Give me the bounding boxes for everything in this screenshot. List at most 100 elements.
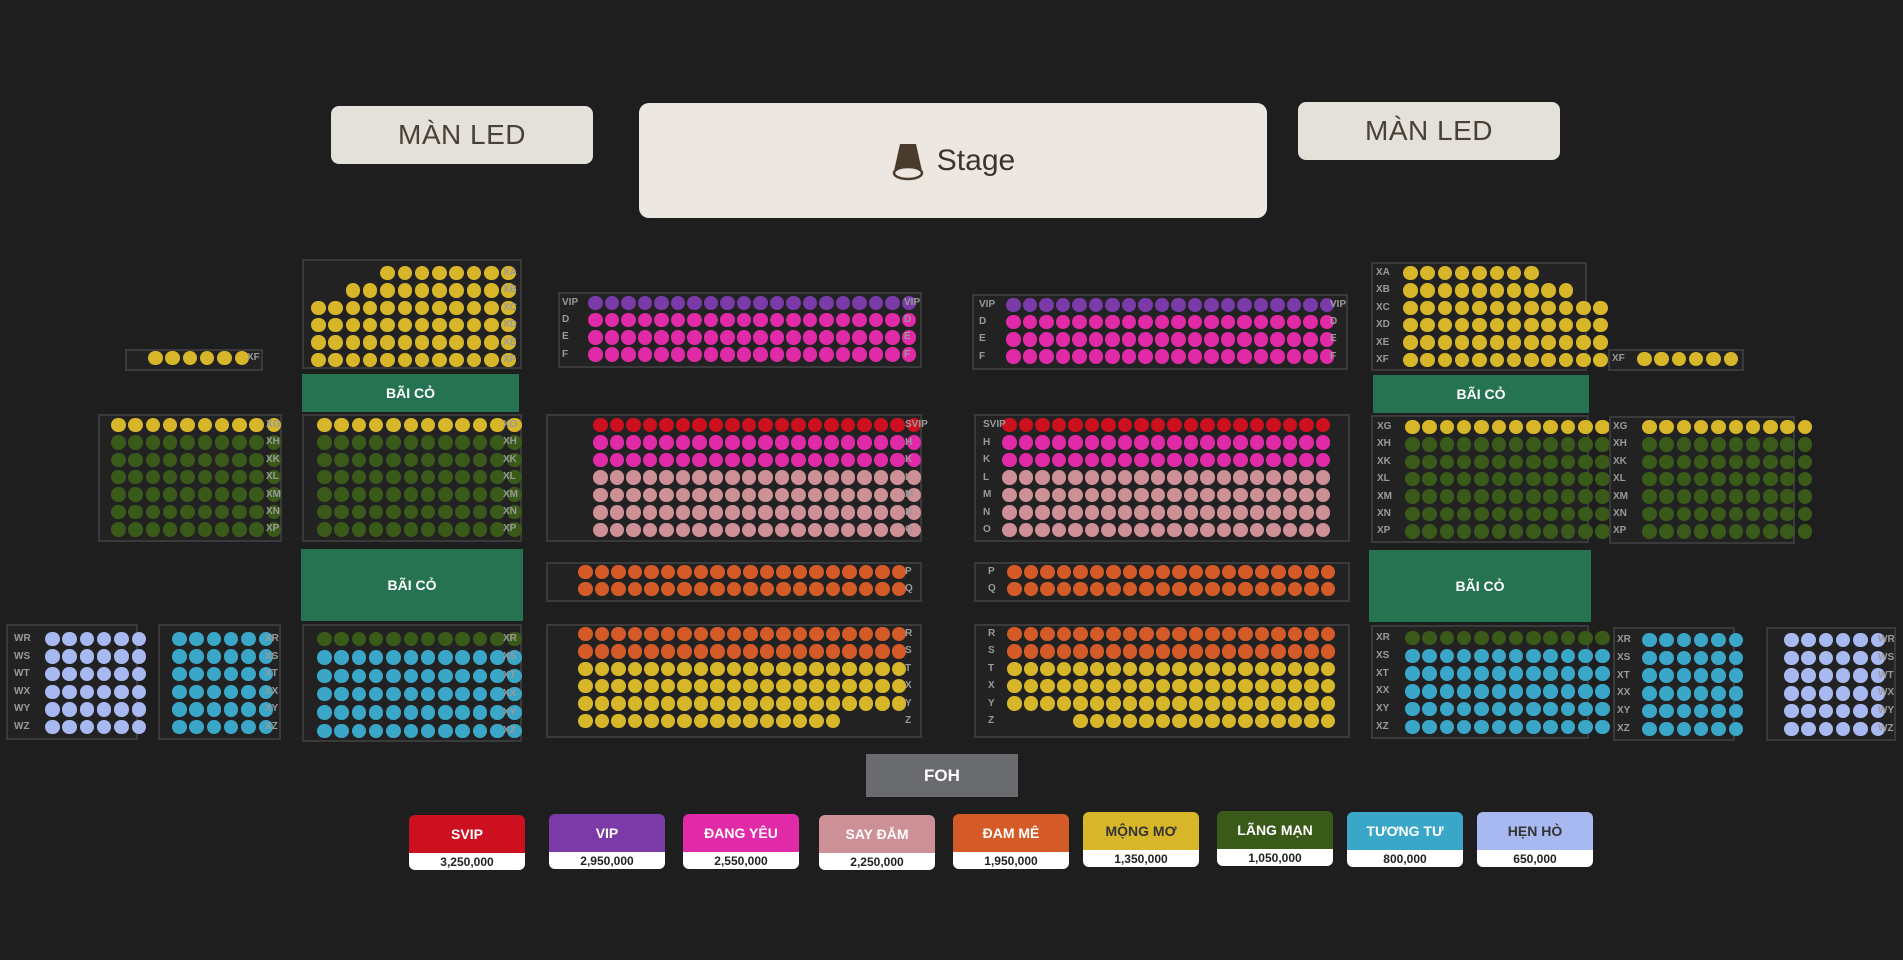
seat-xl-5[interactable]	[1474, 471, 1489, 487]
seat-e-5[interactable]	[654, 330, 669, 345]
seat-k-3[interactable]	[626, 452, 641, 468]
seat-xp-5[interactable]	[386, 522, 401, 537]
seat-h-1[interactable]	[1002, 435, 1017, 450]
seat-p-17[interactable]	[1271, 564, 1286, 580]
seat-z-14[interactable]	[1287, 713, 1302, 729]
seat-xt-10[interactable]	[1560, 666, 1576, 681]
seat-xe-1[interactable]	[311, 335, 326, 350]
seat-x-5[interactable]	[1073, 678, 1088, 694]
seat-o-8[interactable]	[708, 522, 723, 538]
seat-xs-11[interactable]	[1578, 648, 1593, 664]
seat-y-4[interactable]	[627, 696, 642, 711]
seat-xt-6[interactable]	[403, 668, 418, 684]
seat-q-9[interactable]	[710, 581, 725, 597]
seat-q-16[interactable]	[825, 581, 840, 597]
seat-l-10[interactable]	[1150, 470, 1165, 485]
seat-f-16[interactable]	[835, 347, 850, 362]
seat-r-20[interactable]	[1320, 626, 1335, 642]
seat-h-5[interactable]	[1068, 435, 1083, 450]
seat-o-2[interactable]	[609, 522, 624, 538]
seat-xz-6[interactable]	[1728, 721, 1743, 737]
seat-xy-5[interactable]	[386, 705, 401, 720]
seat-n-5[interactable]	[1068, 505, 1083, 520]
seat-h-14[interactable]	[807, 435, 822, 450]
seat-xf-1[interactable]	[1403, 352, 1418, 368]
seat-xh-7[interactable]	[1508, 437, 1524, 452]
seat-xf-2[interactable]	[165, 350, 180, 366]
seat-xk-9[interactable]	[249, 452, 264, 468]
seat-xe-9[interactable]	[1541, 335, 1556, 350]
seat-f-7[interactable]	[1105, 349, 1120, 364]
seat-wx-6[interactable]	[131, 684, 146, 700]
seat-xx-1[interactable]	[1405, 684, 1420, 699]
seat-svip-6[interactable]	[1084, 417, 1099, 433]
seat-wx-3[interactable]	[79, 684, 95, 700]
seat-xf-2[interactable]	[1420, 352, 1435, 368]
seat-xa-2[interactable]	[397, 265, 412, 281]
seat-f-1[interactable]	[1006, 349, 1021, 364]
seat-m-5[interactable]	[1068, 487, 1083, 503]
seat-z-15[interactable]	[809, 713, 824, 729]
seat-xh-6[interactable]	[197, 435, 212, 450]
seat-t-20[interactable]	[891, 661, 906, 677]
seat-xh-9[interactable]	[455, 435, 470, 450]
seat-s-5[interactable]	[1073, 644, 1088, 659]
seat-svip-19[interactable]	[890, 417, 905, 433]
seat-m-20[interactable]	[1315, 487, 1330, 503]
seat-s-14[interactable]	[1221, 644, 1236, 659]
seat-n-11[interactable]	[1167, 505, 1182, 520]
seat-xb-1[interactable]	[345, 283, 361, 298]
seat-p-5[interactable]	[644, 564, 659, 580]
seat-xk-6[interactable]	[1491, 454, 1506, 470]
seat-xk-5[interactable]	[180, 452, 195, 468]
seat-xc-1[interactable]	[311, 300, 326, 316]
seat-t-18[interactable]	[858, 661, 873, 677]
seat-n-4[interactable]	[1051, 505, 1066, 520]
seat-xb-3[interactable]	[1437, 283, 1453, 298]
seat-n-8[interactable]	[1117, 505, 1132, 520]
seat-y-11[interactable]	[743, 696, 758, 711]
seat-xs-1[interactable]	[1405, 648, 1420, 664]
seat-xz-1[interactable]	[1405, 719, 1420, 735]
seat-n-7[interactable]	[692, 505, 707, 520]
seat-xh-6[interactable]	[403, 435, 418, 450]
seat-xy-4[interactable]	[368, 705, 384, 720]
seat-xd-8[interactable]	[1524, 317, 1539, 333]
seat-m-8[interactable]	[708, 487, 723, 503]
seat-xe-12[interactable]	[1593, 335, 1608, 350]
seat-vip-3[interactable]	[1039, 297, 1054, 313]
seat-o-10[interactable]	[741, 522, 756, 538]
seat-h-12[interactable]	[1183, 435, 1198, 450]
seat-n-12[interactable]	[774, 505, 789, 520]
seat-l-12[interactable]	[1183, 470, 1198, 485]
seat-xs-1[interactable]	[172, 649, 187, 664]
seat-q-10[interactable]	[726, 581, 741, 597]
seat-m-7[interactable]	[692, 487, 707, 503]
seat-s-7[interactable]	[677, 644, 692, 659]
seat-o-17[interactable]	[857, 522, 872, 538]
seat-xp-8[interactable]	[1526, 524, 1541, 539]
seat-x-7[interactable]	[1106, 678, 1121, 694]
seat-y-12[interactable]	[759, 696, 774, 711]
seat-y-17[interactable]	[842, 696, 857, 711]
seat-e-12[interactable]	[769, 330, 784, 345]
seat-svip-2[interactable]	[609, 417, 624, 433]
seat-o-12[interactable]	[1183, 522, 1198, 538]
seat-xp-2[interactable]	[1659, 524, 1674, 539]
seat-r-10[interactable]	[1155, 626, 1170, 642]
seat-r-6[interactable]	[660, 626, 675, 642]
seat-r-3[interactable]	[611, 626, 626, 642]
seat-d-11[interactable]	[753, 312, 768, 328]
seat-xs-5[interactable]	[386, 650, 401, 665]
seat-z-10[interactable]	[726, 713, 741, 729]
seat-vip-10[interactable]	[736, 295, 751, 311]
seat-xh-10[interactable]	[1560, 437, 1576, 452]
seat-d-17[interactable]	[852, 312, 867, 328]
seat-y-16[interactable]	[825, 696, 840, 711]
seat-k-12[interactable]	[1183, 452, 1198, 468]
seat-xh-1[interactable]	[1642, 437, 1657, 452]
seat-wz-5[interactable]	[114, 719, 129, 735]
seat-xk-8[interactable]	[1526, 454, 1541, 470]
seat-xd-2[interactable]	[328, 317, 343, 333]
seat-xp-5[interactable]	[1711, 524, 1726, 539]
